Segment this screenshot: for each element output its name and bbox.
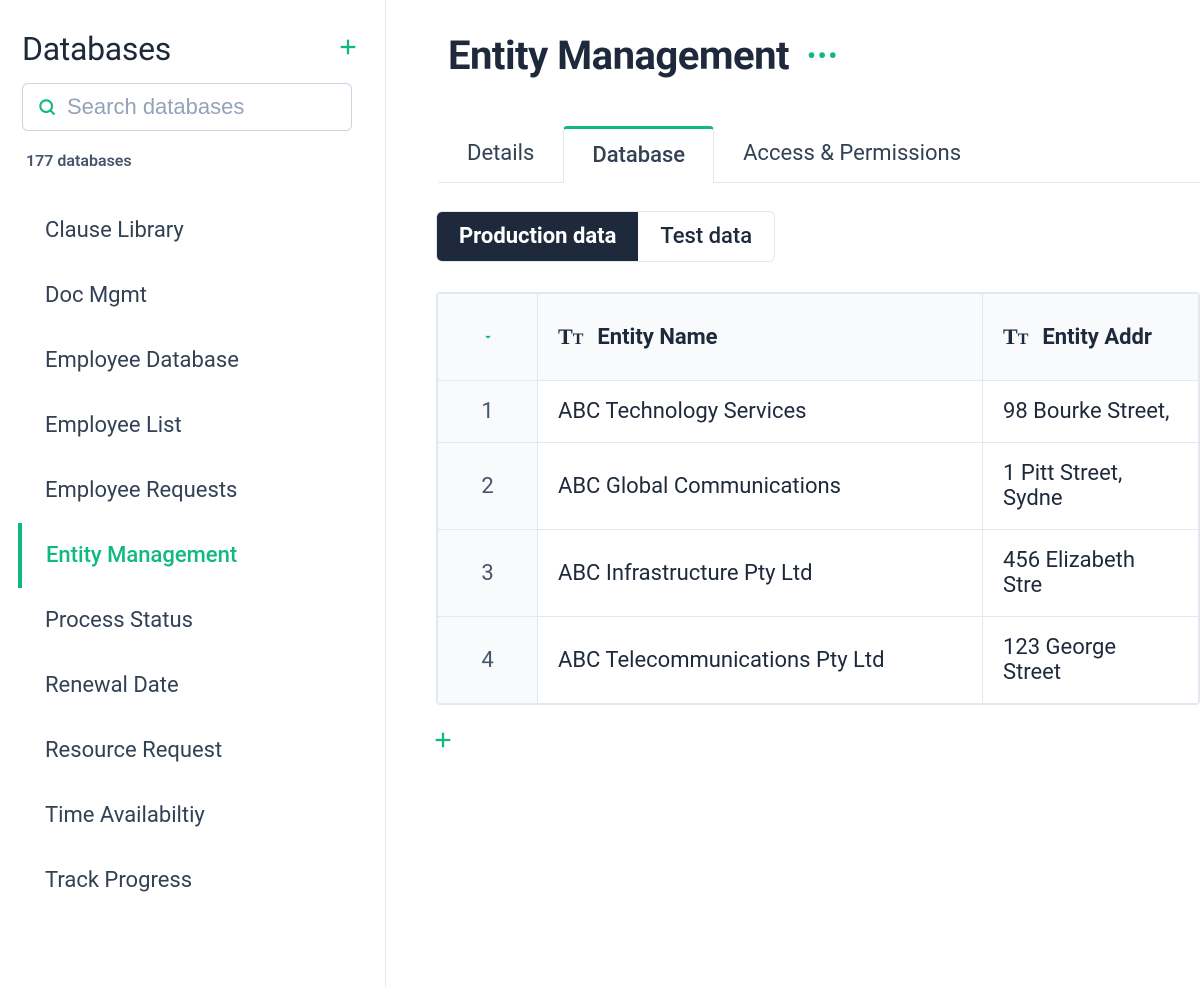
cell-entity-name[interactable]: ABC Telecommunications Pty Ltd xyxy=(538,617,983,704)
sidebar-header: Databases xyxy=(22,28,363,69)
cell-entity-address[interactable]: 456 Elizabeth Stre xyxy=(983,530,1199,617)
add-row-button[interactable] xyxy=(386,705,454,758)
page-title: Entity Management xyxy=(448,32,789,79)
page-header: Entity Management ••• xyxy=(386,32,1200,79)
search-box[interactable] xyxy=(22,83,352,131)
sidebar-item-employee-requests[interactable]: Employee Requests xyxy=(18,458,363,523)
main-content: Entity Management ••• Details Database A… xyxy=(386,0,1200,987)
tab-details[interactable]: Details xyxy=(438,126,563,183)
row-number: 1 xyxy=(438,381,538,443)
plus-icon xyxy=(432,729,454,751)
row-number: 4 xyxy=(438,617,538,704)
row-number: 2 xyxy=(438,443,538,530)
column-label: Entity Name xyxy=(597,325,717,350)
data-mode-toggle: Production data Test data xyxy=(436,211,775,262)
sidebar-item-renewal-date[interactable]: Renewal Date xyxy=(18,653,363,718)
tabs: Details Database Access & Permissions xyxy=(438,125,1200,183)
production-data-button[interactable]: Production data xyxy=(437,212,638,261)
sidebar-item-entity-management[interactable]: Entity Management xyxy=(18,523,363,588)
column-header-entity-address[interactable]: TT Entity Addr xyxy=(983,294,1199,381)
table-row[interactable]: 3 ABC Infrastructure Pty Ltd 456 Elizabe… xyxy=(438,530,1199,617)
cell-entity-name[interactable]: ABC Technology Services xyxy=(538,381,983,443)
sidebar-list: Clause Library Doc Mgmt Employee Databas… xyxy=(22,198,363,913)
more-options-icon[interactable]: ••• xyxy=(807,42,839,70)
cell-entity-name[interactable]: ABC Infrastructure Pty Ltd xyxy=(538,530,983,617)
caret-down-icon xyxy=(481,330,495,344)
text-type-icon: TT xyxy=(1003,324,1028,350)
tab-database[interactable]: Database xyxy=(563,126,714,183)
data-table: TT Entity Name TT Entity Addr 1 AB xyxy=(436,292,1200,705)
test-data-button[interactable]: Test data xyxy=(638,212,774,261)
sidebar-item-clause-library[interactable]: Clause Library xyxy=(18,198,363,263)
row-number: 3 xyxy=(438,530,538,617)
database-count: 177 databases xyxy=(22,151,363,170)
cell-entity-address[interactable]: 1 Pitt Street, Sydne xyxy=(983,443,1199,530)
row-menu-header[interactable] xyxy=(438,294,538,381)
tab-access-permissions[interactable]: Access & Permissions xyxy=(714,126,990,183)
cell-entity-name[interactable]: ABC Global Communications xyxy=(538,443,983,530)
sidebar-item-track-progress[interactable]: Track Progress xyxy=(18,848,363,913)
text-type-icon: TT xyxy=(558,324,583,350)
sidebar-title: Databases xyxy=(22,30,171,68)
table-header-row: TT Entity Name TT Entity Addr xyxy=(438,294,1199,381)
sidebar-item-process-status[interactable]: Process Status xyxy=(18,588,363,653)
sidebar-item-resource-request[interactable]: Resource Request xyxy=(18,718,363,783)
sidebar-item-employee-list[interactable]: Employee List xyxy=(18,393,363,458)
table-row[interactable]: 1 ABC Technology Services 98 Bourke Stre… xyxy=(438,381,1199,443)
sidebar-item-employee-database[interactable]: Employee Database xyxy=(18,328,363,393)
cell-entity-address[interactable]: 98 Bourke Street, xyxy=(983,381,1199,443)
table-row[interactable]: 4 ABC Telecommunications Pty Ltd 123 Geo… xyxy=(438,617,1199,704)
sidebar: Databases 177 databases Clause Library D… xyxy=(0,0,386,987)
table-row[interactable]: 2 ABC Global Communications 1 Pitt Stree… xyxy=(438,443,1199,530)
add-database-icon[interactable] xyxy=(333,28,363,69)
sidebar-item-doc-mgmt[interactable]: Doc Mgmt xyxy=(18,263,363,328)
column-header-entity-name[interactable]: TT Entity Name xyxy=(538,294,983,381)
search-icon xyxy=(37,97,57,117)
column-label: Entity Addr xyxy=(1042,325,1152,350)
sidebar-item-time-availability[interactable]: Time Availabiltiy xyxy=(18,783,363,848)
search-input[interactable] xyxy=(67,94,355,120)
cell-entity-address[interactable]: 123 George Street xyxy=(983,617,1199,704)
